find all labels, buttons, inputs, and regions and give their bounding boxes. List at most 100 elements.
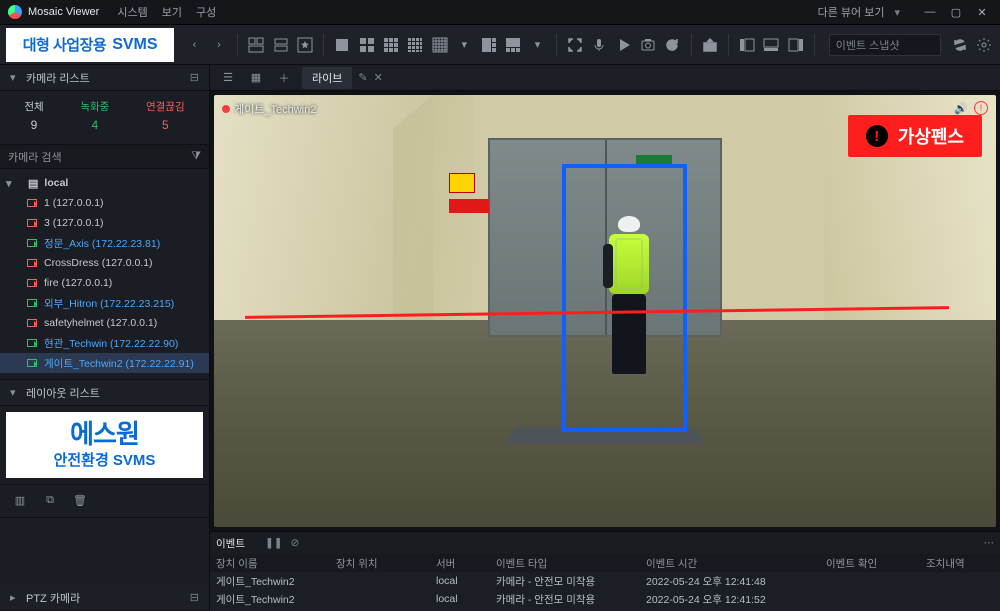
layout-mini-toolbar: ▥ ⧉ 🗑 xyxy=(0,484,209,518)
camera-tree-item[interactable]: 현관_Techwin (172.22.22.90) xyxy=(0,333,209,353)
grid-5x5-icon[interactable] xyxy=(430,33,450,57)
server-icon: ▤ xyxy=(28,177,38,190)
toolbar-gear-icon[interactable] xyxy=(974,33,994,57)
menu-config[interactable]: 구성 xyxy=(196,4,216,20)
ptz-header[interactable]: ▸ PTZ 카메라 ⊟ xyxy=(0,585,209,611)
video-frame xyxy=(214,95,996,527)
detection-bounding-box xyxy=(562,164,687,432)
layout-big-top-icon[interactable] xyxy=(503,33,523,57)
mic-icon[interactable] xyxy=(589,33,609,57)
tile-volume-icon[interactable]: 🔊 xyxy=(954,102,968,115)
nav-forward-button[interactable]: › xyxy=(209,33,229,57)
fullscreen-icon[interactable] xyxy=(565,33,585,57)
other-viewer-link[interactable]: 다른 뷰어 보기 xyxy=(818,4,885,20)
grid-1x1-icon[interactable] xyxy=(332,33,352,57)
menu-view[interactable]: 보기 xyxy=(162,4,182,20)
view-tabbar: ☰ ▦ ＋ 라이브 ✎ ✕ xyxy=(210,65,1000,91)
grid-4x4-icon[interactable] xyxy=(405,33,425,57)
event-row[interactable]: 게이트_Techwin2local카메라 - 안전모 미착용2022-05-24… xyxy=(210,572,1000,590)
event-pause-icon[interactable]: ❚❚ xyxy=(265,537,283,549)
camera-list-header[interactable]: ▾ 카메라 리스트 ⊟ xyxy=(0,65,209,91)
camera-tree-item[interactable]: 1 (127.0.0.1) xyxy=(0,193,209,213)
camera-tree-item[interactable]: 3 (127.0.0.1) xyxy=(0,213,209,233)
tab-grid-icon[interactable]: ▦ xyxy=(244,66,268,90)
tab-close-icon[interactable]: ✕ xyxy=(374,71,383,84)
layout-fav-icon[interactable] xyxy=(295,33,315,57)
camera-icon xyxy=(26,217,38,229)
camera-icon xyxy=(26,297,38,309)
snapshot-icon[interactable] xyxy=(638,33,658,57)
camera-icon xyxy=(26,197,38,209)
grid-3x3-icon[interactable] xyxy=(381,33,401,57)
pin-icon[interactable]: ⊟ xyxy=(190,71,199,84)
grid-2x2-icon[interactable] xyxy=(356,33,376,57)
window-close-button[interactable]: ✕ xyxy=(972,5,992,19)
filter-icon[interactable]: ⧩ xyxy=(191,150,201,163)
snapshot-search-input[interactable]: 이벤트 스냅샷 xyxy=(829,34,942,56)
toolbar-sync-icon[interactable] xyxy=(949,33,969,57)
event-more-icon[interactable]: ⋯ xyxy=(984,537,995,549)
panel-right-icon[interactable] xyxy=(785,33,805,57)
camera-tree-item[interactable]: 게이트_Techwin2 (172.22.22.91) xyxy=(0,353,209,373)
alert-banner: ! 가상펜스 xyxy=(848,115,982,157)
event-row[interactable]: 게이트_Techwin2local카메라 - 안전모 미착용2022-05-24… xyxy=(210,590,1000,608)
camera-label: 외부_Hitron (172.22.23.215) xyxy=(44,296,174,311)
video-viewer: 게이트_Techwin2 🔊 ! xyxy=(210,91,1000,531)
event-clear-icon[interactable]: ⊘ xyxy=(291,537,300,549)
grid-custom-icon[interactable]: ▾ xyxy=(527,33,547,57)
event-table-header: 장치 이름 장치 위치 서버 이벤트 타입 이벤트 시간 이벤트 확인 조치내역 xyxy=(210,554,1000,572)
layout-copy-icon[interactable]: ⧉ xyxy=(38,489,62,513)
event-panel: 이벤트 ❚❚ ⊘ ⋯ 장치 이름 장치 위치 서버 이벤트 타입 이벤트 시간 … xyxy=(210,531,1000,611)
nav-back-button[interactable]: ‹ xyxy=(184,33,204,57)
main-toolbar: 대형 사업장용 SVMS ‹ › ▾ ▾ 이벤트 스냅샷 xyxy=(0,25,1000,65)
camera-label: 3 (127.0.0.1) xyxy=(44,217,104,229)
brand-banner: 대형 사업장용 SVMS xyxy=(6,28,174,62)
pin-icon[interactable]: ⊟ xyxy=(190,591,199,604)
dropdown-icon[interactable]: ▾ xyxy=(894,6,900,19)
camera-icon xyxy=(26,317,38,329)
export-icon[interactable] xyxy=(699,33,719,57)
layout-add-icon[interactable]: ▥ xyxy=(8,489,32,513)
camera-label: 1 (127.0.0.1) xyxy=(44,197,104,209)
grid-more-icon[interactable]: ▾ xyxy=(454,33,474,57)
layout-custom-icon[interactable] xyxy=(246,33,266,57)
stat-recording-value: 4 xyxy=(91,118,98,132)
camera-tile[interactable]: 게이트_Techwin2 🔊 ! xyxy=(214,95,996,527)
layout-stack-icon[interactable] xyxy=(270,33,290,57)
camera-tree-item[interactable]: safetyhelmet (127.0.0.1) xyxy=(0,313,209,333)
tile-alert-icon[interactable]: ! xyxy=(974,101,988,115)
play-icon[interactable] xyxy=(613,33,633,57)
layout-list-header[interactable]: ▾ 레이아웃 리스트 xyxy=(0,380,209,406)
camera-tree: ▾ ▤ local 1 (127.0.0.1) 3 (127.0.0.1) 정문_A… xyxy=(0,169,209,380)
panel-left-icon[interactable] xyxy=(737,33,757,57)
camera-icon xyxy=(26,357,38,369)
refresh-icon[interactable] xyxy=(662,33,682,57)
event-tab[interactable]: 이벤트 xyxy=(216,536,245,551)
stat-total-label: 전체 xyxy=(24,99,43,114)
tab-edit-icon[interactable]: ✎ xyxy=(358,71,367,84)
camera-tree-item[interactable]: fire (127.0.0.1) xyxy=(0,273,209,293)
app-logo-icon xyxy=(8,5,22,19)
stat-total-value: 9 xyxy=(31,118,38,132)
camera-tile-label: 게이트_Techwin2 xyxy=(222,101,316,117)
camera-tree-item[interactable]: 정문_Axis (172.22.23.81) xyxy=(0,233,209,253)
tab-list-icon[interactable]: ☰ xyxy=(216,66,240,90)
layout-big-left-icon[interactable] xyxy=(478,33,498,57)
camera-search-input[interactable]: 카메라 검색 ⧩ xyxy=(0,145,209,169)
window-maximize-button[interactable]: ▢ xyxy=(946,5,966,19)
tree-root-local[interactable]: ▾ ▤ local xyxy=(0,173,209,193)
panel-bottom-icon[interactable] xyxy=(761,33,781,57)
tab-live[interactable]: 라이브 xyxy=(302,67,352,89)
camera-tree-item[interactable]: 외부_Hitron (172.22.23.215) xyxy=(0,293,209,313)
layout-delete-icon[interactable]: 🗑 xyxy=(68,489,92,513)
alert-exclamation-icon: ! xyxy=(866,125,888,147)
stat-recording-label: 녹화중 xyxy=(80,99,109,114)
tab-add-icon[interactable]: ＋ xyxy=(272,66,296,90)
menu-system[interactable]: 시스템 xyxy=(117,4,147,20)
camera-label: CrossDress (127.0.0.1) xyxy=(44,257,153,269)
camera-icon xyxy=(26,337,38,349)
camera-label: fire (127.0.0.1) xyxy=(44,277,112,289)
camera-tree-item[interactable]: CrossDress (127.0.0.1) xyxy=(0,253,209,273)
window-minimize-button[interactable]: — xyxy=(920,5,940,19)
menu-bar: 시스템 보기 구성 xyxy=(117,4,216,20)
